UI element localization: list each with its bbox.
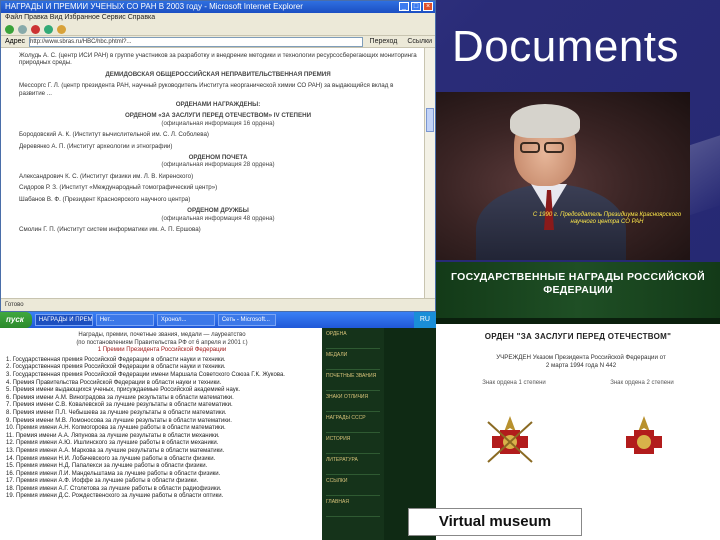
list-item[interactable]: 5. Премия имени выдающихся ученых, прису… [6,387,318,395]
content-paragraph: Жолудь А. С. (центр ИСИ РАН) в группе уч… [19,52,417,67]
page-content: Жолудь А. С. (центр ИСИ РАН) в группе уч… [1,48,425,299]
address-input[interactable]: http://www.sbras.ru/HBC/hbc.phtml?... [29,36,363,47]
taskbar-item[interactable]: Нет... [95,314,154,326]
window-title: НАГРАДЫ И ПРЕМИИ УЧЕНЫХ СО РАН В 2003 го… [5,2,303,11]
degree-caption-1[interactable]: Знак ордена 1 степени [474,380,554,387]
list-header: Награды, премии, почетные звания, медали… [78,332,246,338]
browser-window-prizes: Награды, премии, почетные звания, медали… [0,328,436,540]
status-bar: Готово [1,298,435,311]
window-titlebar[interactable]: НАГРАДЫ И ПРЕМИИ УЧЕНЫХ СО РАН В 2003 го… [1,1,435,13]
list-item[interactable]: 16. Премия имени Л.И. Мандельштама за лу… [6,471,318,479]
list-item[interactable]: 2. Государственная премия Российской Фед… [6,364,318,372]
nav-item[interactable]: ГЛАВНАЯ [326,499,380,517]
maximize-button[interactable]: □ [411,2,421,11]
address-label: Адрес [5,38,26,45]
nav-item[interactable]: ЛИТЕРАТУРА [326,457,380,475]
links-button[interactable]: Ссылки [404,38,435,45]
nav-item[interactable]: МЕДАЛИ [326,352,380,370]
nav-item[interactable]: ЗНАКИ ОТЛИЧИЯ [326,394,380,412]
section-heading: ОРДЕНОМ ДРУЖБЫ [187,207,249,215]
virtual-museum-label: Virtual museum [408,508,582,536]
portrait-photo: С 1990 г. Председатель Президиума Красно… [436,92,690,260]
go-button[interactable]: Переход [367,38,401,45]
content-paragraph: Шабанов В. Ф. (Президент Красноярского н… [19,195,191,203]
menu-bar[interactable]: Файл Правка Вид Избранное Сервис Справка [1,13,435,23]
taskbar-item[interactable]: НАГРАДЫ И ПРЕМИИ... [34,314,93,326]
list-item[interactable]: 13. Премия имени А.А. Маркова за лучшие … [6,448,318,456]
photo-caption: С 1990 г. Председатель Президиума Красно… [532,212,682,225]
list-item[interactable]: 18. Премия имени А.Г. Столетова за лучши… [6,486,318,494]
list-item[interactable]: 10. Премия имени А.Н. Колмогорова за луч… [6,425,318,433]
home-icon[interactable] [57,24,66,34]
awards-panel: ГОСУДАРСТВЕННЫЕ НАГРАДЫ РОССИЙСКОЙ ФЕДЕР… [436,262,720,540]
awards-heading: ГОСУДАРСТВЕННЫЕ НАГРАДЫ РОССИЙСКОЙ ФЕДЕР… [436,262,720,318]
system-tray[interactable]: RU [413,312,436,328]
degree-caption-2[interactable]: Знак ордена 2 степени [602,380,682,387]
vertical-scrollbar[interactable] [424,48,435,299]
info-link[interactable]: (официальная информация 48 ордена) [19,215,417,222]
stop-icon[interactable] [31,24,40,34]
list-item[interactable]: 8. Премия имени П.Л. Чебышева за лучшие … [6,410,318,418]
back-icon[interactable] [5,24,14,34]
info-link[interactable]: (официальная информация 16 ордена) [19,120,417,127]
list-item[interactable]: 17. Премия имени А.Ф. Иоффе за лучшие ра… [6,478,318,486]
content-paragraph: Бородовский А. К. (Институт вычислительн… [19,131,209,139]
decree-text: УЧРЕЖДЕН Указом Президента Российской Фе… [496,354,666,369]
list-header: 1 Премии Президента Российской Федерации [97,347,227,354]
content-paragraph: Александрович К. С. (Институт физики им.… [19,172,194,180]
taskbar: пуск НАГРАДЫ И ПРЕМИИ... Нет... Хронол..… [0,312,436,328]
content-paragraph: Сидоров Р. З. (Институт «Международный т… [19,184,218,192]
nav-item[interactable]: ИСТОРИЯ [326,436,380,454]
browser-window-awards-list: НАГРАДЫ И ПРЕМИИ УЧЕНЫХ СО РАН В 2003 го… [0,0,436,312]
list-item[interactable]: 3. Государственная премия Российской Фед… [6,372,318,380]
browser-toolbar [1,23,435,36]
list-item[interactable]: 19. Премия имени Д.С. Рождественского за… [6,493,318,501]
order-medal-icon[interactable] [616,414,672,470]
list-item[interactable]: 14. Премия имени Н.И. Лобачевского за лу… [6,456,318,464]
order-title: ОРДЕН "ЗА ЗАСЛУГИ ПЕРЕД ОТЕЧЕСТВОМ" [484,332,672,341]
content-paragraph: Мессоргс Г. Л. (центр президента РАН, на… [19,82,394,97]
site-nav: ОРДЕНА МЕДАЛИ ПОЧЕТНЫЕ ЗВАНИЯ ЗНАКИ ОТЛИ… [322,328,384,540]
list-item[interactable]: 9. Премия имени М.В. Ломоносова за лучши… [6,418,318,426]
scrollbar-thumb[interactable] [426,108,434,132]
list-item[interactable]: 11. Премия имени А.А. Ляпунова за лучшие… [6,433,318,441]
slide-title: Documents [452,22,680,71]
content-paragraph: Деревянко А. П. (Институт археологии и э… [19,142,173,150]
section-heading: ОРДЕНАМИ НАГРАЖДЕНЫ: [175,101,261,109]
nav-item[interactable]: ОРДЕНА [326,331,380,349]
order-medal-icon[interactable] [482,414,538,470]
close-button[interactable]: × [423,2,433,11]
section-heading: ОРДЕНОМ ПОЧЕТА [188,154,248,162]
person-hair [510,104,580,138]
glasses-icon [520,140,570,153]
section-heading: ДЕМИДОВСКАЯ ОБЩЕРОССИЙСКАЯ НЕПРАВИТЕЛЬСТ… [105,70,331,78]
taskbar-item[interactable]: Сеть - Microsoft... [217,314,276,326]
section-heading: ОРДЕНОМ «ЗА ЗАСЛУГИ ПЕРЕД ОТЕЧЕСТВОМ» IV… [124,112,312,120]
content-paragraph: Смолин Г. П. (Институт систем информатик… [19,225,201,233]
forward-icon[interactable] [18,24,27,34]
list-item[interactable]: 12. Премия имени А.Ю. Ишлинского за лучш… [6,440,318,448]
taskbar-item[interactable]: Хронол... [156,314,215,326]
list-item[interactable]: 15. Премия имени Н.Д. Папалекси за лучши… [6,463,318,471]
address-bar: Адрес http://www.sbras.ru/HBC/hbc.phtml?… [1,36,435,48]
info-link[interactable]: (официальная информация 28 ордена) [19,161,417,168]
nav-item[interactable]: ПОЧЕТНЫЕ ЗВАНИЯ [326,373,380,391]
minimize-button[interactable]: _ [399,2,409,11]
nav-item[interactable]: ССЫЛКИ [326,478,380,496]
start-button[interactable]: пуск [0,312,32,328]
prize-list: 1. Государственная премия Российской Фед… [6,357,318,501]
refresh-icon[interactable] [44,24,53,34]
list-item[interactable]: 7. Премия имени С.В. Ковалевской за лучш… [6,402,318,410]
nav-item[interactable]: НАГРАДЫ СССР [326,415,380,433]
prizes-list: Награды, премии, почетные звания, медали… [0,328,322,540]
